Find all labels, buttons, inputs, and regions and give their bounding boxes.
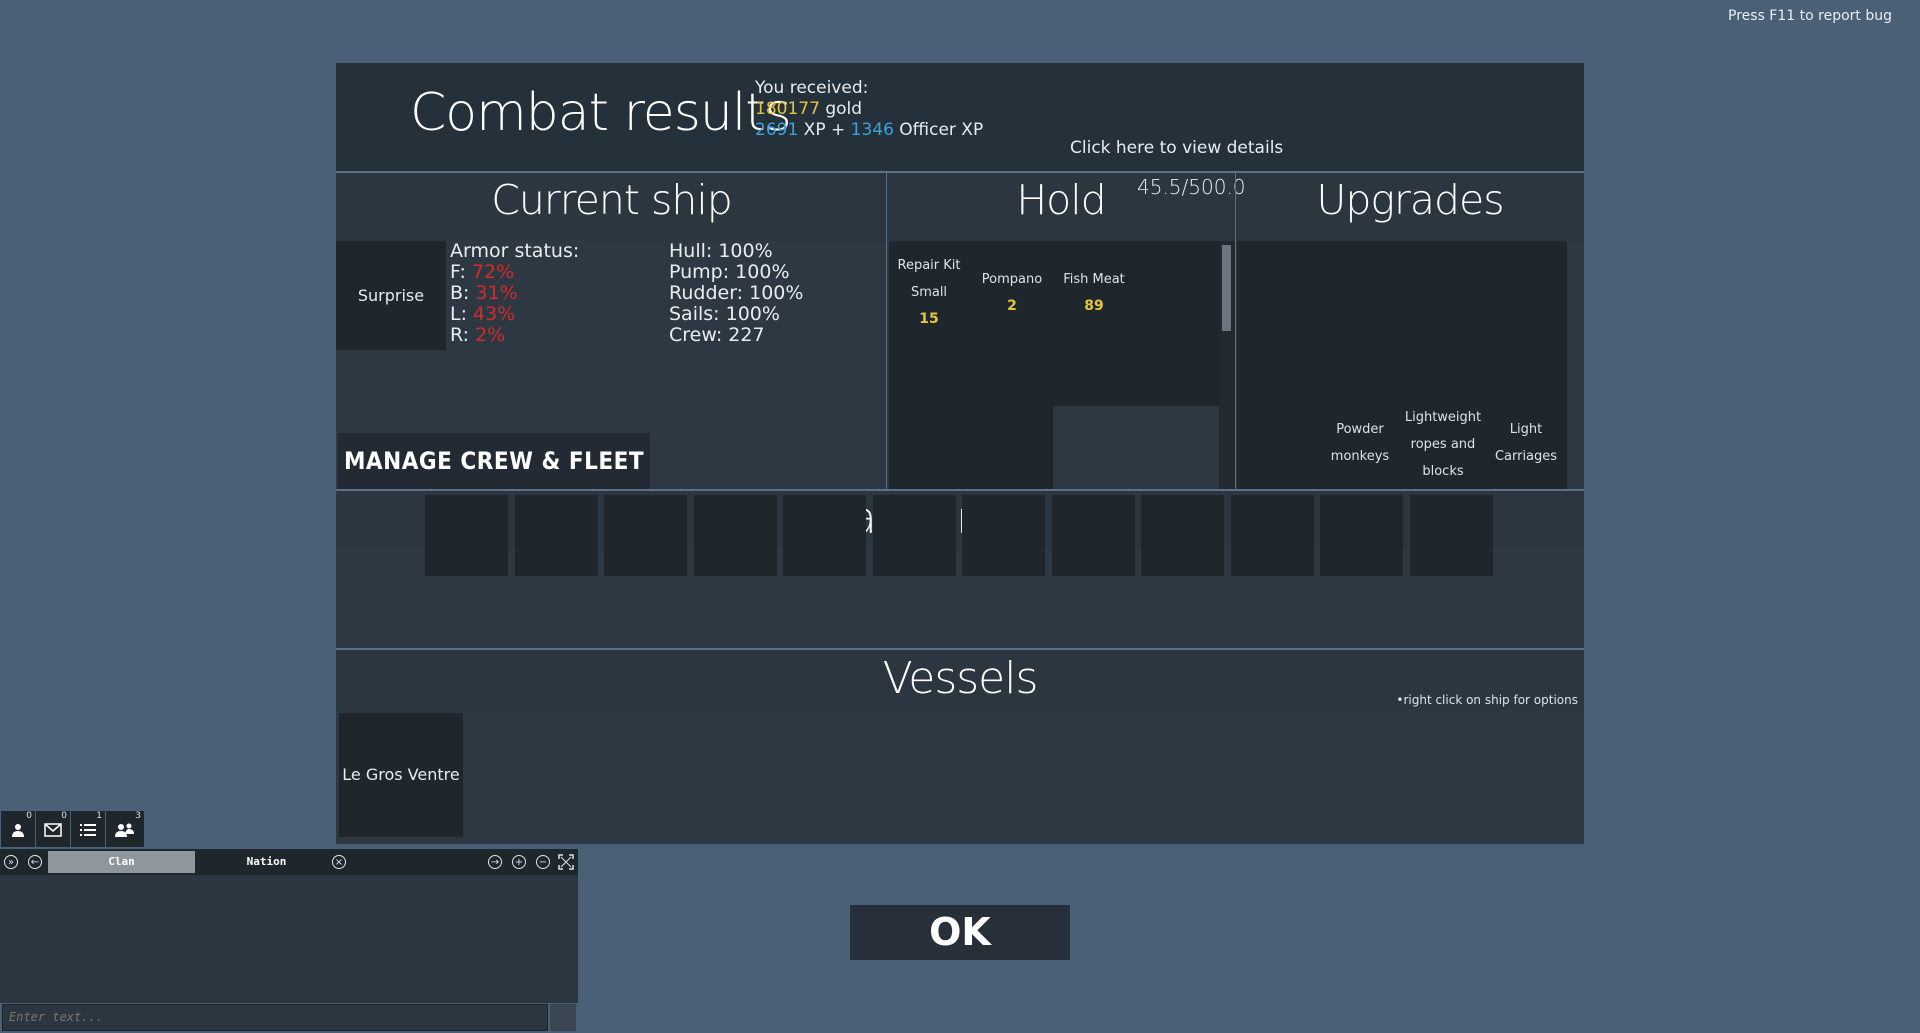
chat-settings-icon[interactable]: » <box>4 855 18 869</box>
current-ship-card[interactable]: Surprise <box>336 241 446 350</box>
expand-icon-svg <box>558 854 574 870</box>
hold-scrollbar-thumb[interactable] <box>1222 245 1231 331</box>
officer-xp-label: Officer XP <box>899 120 984 140</box>
tab-clan[interactable]: Clan <box>48 851 195 873</box>
current-ship-title: Current ship <box>491 176 733 224</box>
loot-slot[interactable] <box>693 495 777 576</box>
armor-status-label: Armor status: <box>450 240 580 262</box>
armor-right: R: 2% <box>450 324 506 346</box>
ship-condition: Hull: 100% Pump: 100% Rudder: 100% Sails… <box>669 241 803 346</box>
hold-item-repair-kit[interactable]: Repair Kit Small 15 <box>893 252 965 333</box>
chat-arrow-icon[interactable]: → <box>488 855 502 869</box>
loot-slot[interactable] <box>1230 495 1314 576</box>
loot-slot[interactable] <box>1409 495 1493 576</box>
loot-slot[interactable] <box>425 495 508 576</box>
chat-send-button[interactable] <box>550 1004 576 1031</box>
hold-capacity: 45.5/500.0 <box>1137 175 1246 199</box>
friends-button[interactable]: 0 <box>1 811 35 847</box>
close-tab-icon[interactable]: × <box>332 855 346 869</box>
rewards-summary: You received: 180177 gold 2691 XP + 1346… <box>755 78 983 141</box>
xp-amount: 2691 <box>755 120 799 140</box>
group-button[interactable]: 3 <box>106 811 144 847</box>
loot-slot[interactable] <box>962 495 1045 576</box>
received-label: You received: <box>755 78 869 98</box>
list-button[interactable]: 1 <box>71 811 105 847</box>
page-title: Combat results <box>410 83 792 143</box>
group-badge: 3 <box>135 811 141 821</box>
upgrade-lightweight-ropes[interactable]: Lightweight ropes and blocks <box>1402 404 1484 485</box>
sails-status: Sails: 100% <box>669 303 780 325</box>
hold-grid-bottom <box>889 406 1053 489</box>
list-badge: 1 <box>96 811 102 821</box>
person-icon <box>12 823 24 837</box>
friends-badge: 0 <box>26 811 32 821</box>
loot-slot[interactable] <box>1051 495 1135 576</box>
group-icon <box>115 823 134 837</box>
upgrades-title: Upgrades <box>1316 176 1504 224</box>
rudder-status: Rudder: 100% <box>669 282 804 304</box>
armor-front: F: 72% <box>450 261 515 283</box>
crew-count: Crew: 227 <box>669 324 765 346</box>
mail-button[interactable]: 0 <box>36 811 70 847</box>
officer-xp-amount: 1346 <box>850 120 894 140</box>
loot-slot[interactable] <box>1141 495 1224 576</box>
xp-reward: 2691 XP + 1346 Officer XP <box>755 120 983 141</box>
expand-icon[interactable] <box>558 854 574 870</box>
list-icon <box>80 823 96 836</box>
loot-slot[interactable] <box>1320 495 1403 576</box>
xp-label: XP + <box>803 120 846 140</box>
armor-status: Armor status: F: 72% B: 31% L: 43% R: 2% <box>450 241 579 346</box>
loot-slot[interactable] <box>872 495 956 576</box>
pump-status: Pump: 100% <box>669 261 790 283</box>
loot-slot[interactable] <box>514 495 598 576</box>
zoom-out-icon[interactable]: − <box>536 855 550 869</box>
loot-slot[interactable] <box>783 495 866 576</box>
tab-nation[interactable]: Nation <box>198 851 335 873</box>
hull-status: Hull: 100% <box>669 240 773 262</box>
report-bug-hint: Press F11 to report bug <box>1728 8 1892 24</box>
vessel-card-le-gros-ventre[interactable]: Le Gros Ventre <box>339 713 463 837</box>
armor-left: L: 43% <box>450 303 516 325</box>
hold-item-fish-meat[interactable]: Fish Meat 89 <box>1056 266 1132 320</box>
envelope-icon <box>44 822 62 837</box>
current-ship-name: Surprise <box>357 286 425 305</box>
zoom-in-icon[interactable]: + <box>512 855 526 869</box>
hold-scrollbar[interactable] <box>1219 241 1235 489</box>
mail-badge: 0 <box>61 811 67 821</box>
loot-slot[interactable] <box>604 495 687 576</box>
gold-reward: 180177 gold <box>755 99 983 120</box>
armor-back: B: 31% <box>450 282 518 304</box>
vessel-name: Le Gros Ventre <box>342 765 460 784</box>
hold-item-pompano[interactable]: Pompano 2 <box>974 266 1050 320</box>
chat-input[interactable] <box>2 1004 548 1031</box>
ok-button[interactable]: OK <box>850 905 1070 960</box>
upgrade-light-carriages[interactable]: Light Carriages <box>1488 416 1564 470</box>
chat-messages[interactable] <box>0 875 578 1003</box>
vessels-hint: •right click on ship for options <box>1396 693 1578 707</box>
chat-back-icon[interactable]: ← <box>28 855 42 869</box>
upgrade-powder-monkeys[interactable]: Powder monkeys <box>1322 416 1398 470</box>
gold-amount: 180177 <box>755 99 820 119</box>
gold-label: gold <box>825 99 863 119</box>
view-details-link[interactable]: Click here to view details <box>1070 138 1283 158</box>
manage-crew-fleet-button[interactable]: MANAGE CREW & FLEET <box>338 433 650 489</box>
